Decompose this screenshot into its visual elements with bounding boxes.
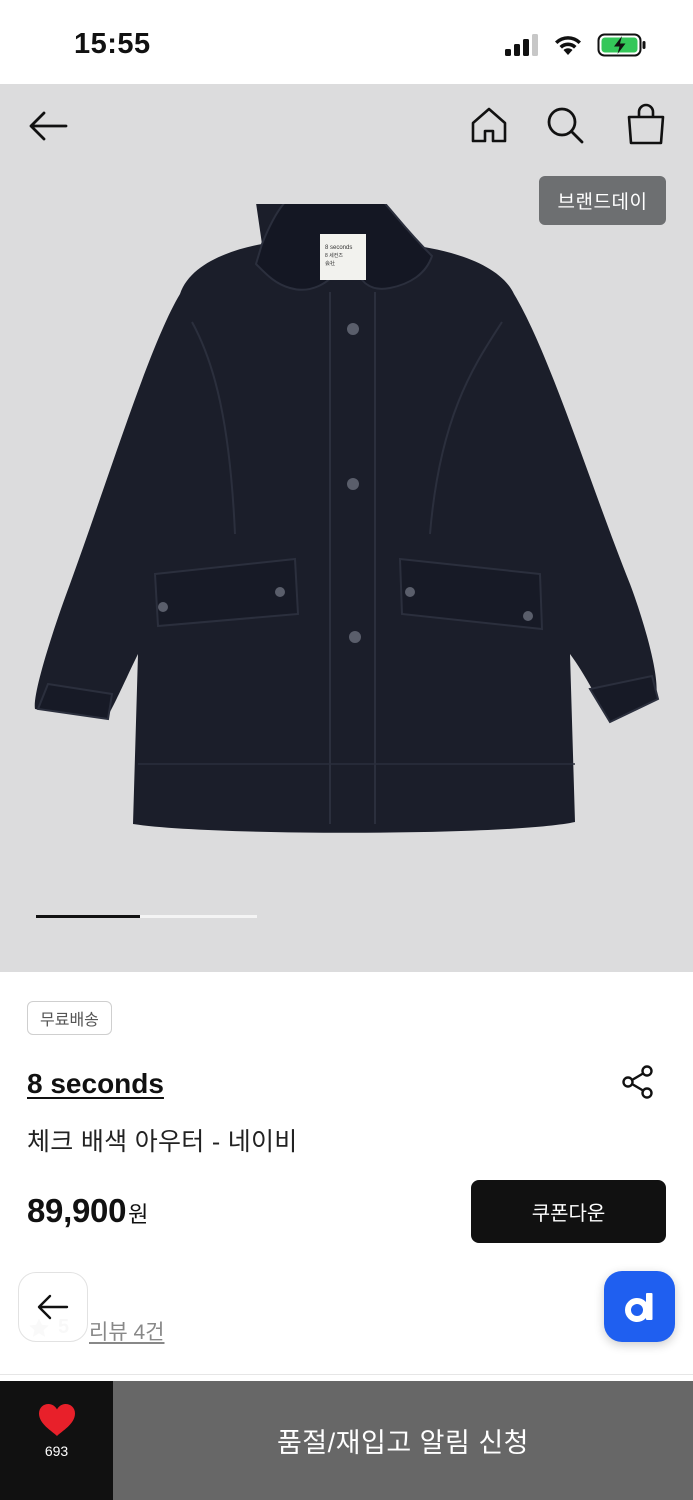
status-bar: 15:55 (0, 0, 693, 84)
product-image: 8 seconds 8 세컨즈 会社 (34, 204, 660, 833)
back-arrow-icon (37, 1294, 69, 1320)
svg-text:8 세컨즈: 8 세컨즈 (325, 252, 343, 259)
d-floating-button[interactable] (604, 1271, 675, 1342)
product-title: 체크 배색 아우터 - 네이비 (27, 1128, 298, 1156)
share-icon (622, 1065, 653, 1099)
price-unit: 원 (128, 1202, 149, 1227)
search-icon (547, 107, 584, 144)
price: 89,900 원 (27, 1192, 148, 1230)
back-arrow-icon (29, 111, 68, 141)
brand-link[interactable]: 8 seconds (27, 1068, 164, 1100)
divider (0, 1374, 693, 1375)
status-time: 15:55 (74, 28, 151, 60)
signal-icon (505, 34, 538, 56)
jacket-illustration: 8 seconds 8 세컨즈 会社 (34, 204, 660, 833)
d-logo-icon (624, 1292, 652, 1322)
coupon-download-button[interactable]: 쿠폰다운 (471, 1180, 666, 1243)
review-link[interactable]: 리뷰 4건 (89, 1316, 164, 1346)
back-button[interactable] (26, 106, 70, 146)
search-button[interactable] (544, 104, 586, 146)
product-image-carousel[interactable]: 브랜드데이 8 seconds 8 세컨즈 会社 (0, 84, 693, 972)
floating-back-button[interactable] (18, 1272, 88, 1342)
free-shipping-badge: 무료배송 (27, 1001, 112, 1035)
svg-text:会社: 会社 (325, 260, 335, 267)
carousel-indicator-fill (36, 915, 140, 918)
shopping-bag-icon (627, 103, 665, 145)
like-button[interactable]: 693 (0, 1381, 113, 1500)
heart-icon (38, 1404, 75, 1436)
status-icons (505, 30, 647, 60)
restock-alert-button[interactable]: 품절/재입고 알림 신청 (113, 1381, 693, 1500)
share-button[interactable] (620, 1064, 656, 1100)
home-button[interactable] (468, 104, 510, 146)
home-icon (471, 107, 507, 143)
price-value: 89,900 (27, 1192, 127, 1229)
wifi-icon (555, 36, 581, 55)
like-count: 693 (44, 1443, 69, 1459)
battery-icon (597, 33, 646, 57)
bottom-action-bar: 693 품절/재입고 알림 신청 (0, 1381, 693, 1500)
svg-text:8 seconds: 8 seconds (325, 245, 352, 251)
carousel-indicator (36, 915, 257, 918)
cart-button[interactable] (624, 102, 668, 146)
